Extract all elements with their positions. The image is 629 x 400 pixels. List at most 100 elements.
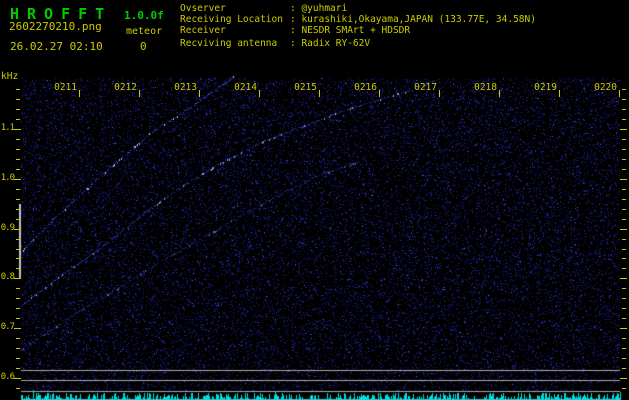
freq-minor-tick-left xyxy=(16,199,20,200)
time-label: 0214 xyxy=(234,82,257,93)
info-label: Receiver xyxy=(180,25,226,36)
freq-minor-tick-right xyxy=(622,189,626,190)
freq-minor-tick-left xyxy=(16,149,20,150)
time-label: 0211 xyxy=(54,82,77,93)
time-tick xyxy=(439,90,440,97)
info-value: NESDR SMArt + HDSDR xyxy=(301,25,411,36)
info-label: Recviving antenna xyxy=(180,38,278,49)
time-tick xyxy=(319,90,320,97)
freq-label: 0.9 xyxy=(0,223,15,233)
freq-minor-tick-right xyxy=(622,159,626,160)
freq-minor-tick-left xyxy=(16,338,20,339)
freq-minor-tick-right xyxy=(622,288,626,289)
info-row: Receiving Location: kurashiki,Okayama,JA… xyxy=(180,14,536,25)
freq-minor-tick-left xyxy=(16,159,20,160)
spectrogram-canvas xyxy=(0,0,629,400)
freq-minor-tick-right xyxy=(622,358,626,359)
freq-minor-tick-right xyxy=(622,268,626,269)
freq-minor-tick-left xyxy=(16,89,20,90)
time-tick xyxy=(139,90,140,97)
freq-major-tick-left xyxy=(14,229,21,230)
freq-minor-tick-left xyxy=(16,239,20,240)
time-tick xyxy=(499,90,500,97)
time-tick xyxy=(259,90,260,97)
freq-minor-tick-right xyxy=(622,99,626,100)
hrofft-output-window: HROFFT 1.0.0f 2602270210.png meteor 26.0… xyxy=(0,0,629,400)
time-tick xyxy=(559,90,560,97)
time-label: 0213 xyxy=(174,82,197,93)
meteor-counter-label: meteor xyxy=(126,26,163,37)
timestamp: 26.02.27 02:10 xyxy=(10,40,103,53)
freq-minor-tick-right xyxy=(622,119,626,120)
info-separator: : xyxy=(290,14,302,25)
freq-minor-tick-right xyxy=(622,249,626,250)
freq-label: 0.7 xyxy=(0,322,15,332)
time-label: 0219 xyxy=(534,82,557,93)
station-info-block: Ovserver: @yuhmari Receiving Location: ku… xyxy=(180,3,536,49)
freq-major-tick-right xyxy=(620,378,627,379)
freq-minor-tick-left xyxy=(16,249,20,250)
info-value: kurashiki,Okayama,JAPAN (133.77E, 34.58N… xyxy=(301,14,536,25)
time-tick xyxy=(619,90,620,97)
freq-major-tick-right xyxy=(620,229,627,230)
freq-major-tick-left xyxy=(14,328,21,329)
freq-minor-tick-right xyxy=(622,239,626,240)
freq-minor-tick-left xyxy=(16,348,20,349)
freq-minor-tick-left xyxy=(16,368,20,369)
info-row: Recviving antenna: Radix RY-62V xyxy=(180,38,536,49)
freq-minor-tick-left xyxy=(16,109,20,110)
freq-minor-tick-left xyxy=(16,308,20,309)
freq-minor-tick-right xyxy=(622,308,626,309)
time-tick xyxy=(379,90,380,97)
freq-major-tick-right xyxy=(620,278,627,279)
freq-major-tick-left xyxy=(14,278,21,279)
time-label: 0216 xyxy=(354,82,377,93)
freq-minor-tick-right xyxy=(622,338,626,339)
time-label: 0218 xyxy=(474,82,497,93)
info-separator: : xyxy=(290,38,302,49)
freq-minor-tick-left xyxy=(16,298,20,299)
app-version: 1.0.0f xyxy=(124,9,164,22)
freq-major-tick-right xyxy=(620,328,627,329)
freq-minor-tick-right xyxy=(622,219,626,220)
freq-minor-tick-right xyxy=(622,169,626,170)
freq-major-tick-left xyxy=(14,378,21,379)
time-label: 0212 xyxy=(114,82,137,93)
info-separator: : xyxy=(290,25,302,36)
freq-minor-tick-left xyxy=(16,139,20,140)
time-tick xyxy=(79,90,80,97)
info-row: Ovserver: @yuhmari xyxy=(180,3,536,14)
freq-minor-tick-right xyxy=(622,209,626,210)
freq-major-tick-left xyxy=(14,129,21,130)
time-label: 0220 xyxy=(594,82,617,93)
freq-minor-tick-right xyxy=(622,149,626,150)
freq-minor-tick-left xyxy=(16,169,20,170)
info-label: Receiving Location xyxy=(180,14,283,25)
info-label: Ovserver xyxy=(180,3,226,14)
freq-label: 0.6 xyxy=(0,372,15,382)
freq-major-tick-right xyxy=(620,129,627,130)
time-tick xyxy=(199,90,200,97)
info-value: @yuhmari xyxy=(301,3,348,14)
freq-minor-tick-right xyxy=(622,368,626,369)
freq-axis-unit-label: kHz xyxy=(1,71,19,82)
freq-major-tick-right xyxy=(620,179,627,180)
freq-minor-tick-left xyxy=(16,219,20,220)
info-value: Radix RY-62V xyxy=(301,38,371,49)
time-label: 0215 xyxy=(294,82,317,93)
freq-minor-tick-right xyxy=(622,109,626,110)
freq-minor-tick-right xyxy=(622,348,626,349)
info-row: Receiver: NESDR SMArt + HDSDR xyxy=(180,25,536,36)
freq-minor-tick-left xyxy=(16,189,20,190)
freq-minor-tick-right xyxy=(622,388,626,389)
freq-minor-tick-right xyxy=(622,199,626,200)
time-label: 0217 xyxy=(414,82,437,93)
freq-minor-tick-left xyxy=(16,119,20,120)
freq-minor-tick-left xyxy=(16,288,20,289)
freq-label: 1.0 xyxy=(0,173,15,183)
freq-minor-tick-right xyxy=(622,298,626,299)
freq-minor-tick-left xyxy=(16,99,20,100)
info-separator: : xyxy=(290,3,302,14)
freq-minor-tick-left xyxy=(16,258,20,259)
freq-minor-tick-left xyxy=(16,388,20,389)
